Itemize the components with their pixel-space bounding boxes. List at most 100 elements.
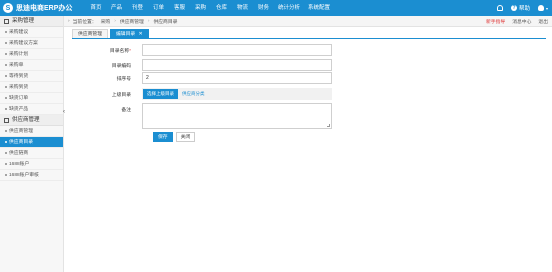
nav-statistics[interactable]: 统计分析 [274, 0, 304, 16]
nav-purchase[interactable]: 采购 [190, 0, 211, 16]
sidebar-group-supplier[interactable]: 供应商管理 [0, 115, 63, 126]
sidebar-item-label: 1688账户 [9, 161, 30, 167]
bullet-icon [5, 163, 7, 165]
sidebar-item[interactable]: 供应链商 [0, 148, 63, 159]
bullet-icon [5, 174, 7, 176]
save-button[interactable]: 保存 [153, 132, 173, 142]
sidebar-item-label: 采购到货 [9, 84, 29, 90]
bullet-icon [5, 64, 7, 66]
bullet-icon [5, 53, 7, 55]
form-row-name: 目录名称* [96, 44, 332, 56]
headset-icon [496, 5, 503, 11]
sidebar-item[interactable]: 采购单 [0, 60, 63, 71]
nav-orders[interactable]: 订单 [148, 0, 169, 16]
resize-grip-icon[interactable] [327, 124, 330, 127]
nav-products[interactable]: 产品 [106, 0, 127, 16]
tab-supplier-management[interactable]: 供应商管理 [72, 29, 108, 38]
form-row-parent: 上级目录 选择上级目录 供应商分类 [96, 88, 332, 100]
field-label: 目录编码 [111, 63, 131, 69]
bullet-icon [5, 152, 7, 154]
sidebar-item[interactable]: 供应商管理 [0, 126, 63, 137]
catalog-code-input[interactable] [142, 59, 332, 71]
breadcrumb: › 当前位置： 采购 › 供应商管理 › 供应商目录 新手指导 消息中心 退出 [64, 16, 552, 27]
sidebar-item[interactable]: 采购到货 [0, 82, 63, 93]
sidebar-item[interactable]: 缺货订单 [0, 93, 63, 104]
bullet-icon [5, 141, 7, 143]
field-label: 上级目录 [111, 92, 131, 98]
tab-underline [72, 38, 546, 39]
sidebar-item[interactable]: 等待到货 [0, 71, 63, 82]
logo-text: 思迪电商ERP办公 [16, 5, 73, 12]
user-menu[interactable]: ▾ [537, 5, 548, 11]
breadcrumb-label: 当前位置： [72, 19, 97, 25]
main-nav: 首页 产品 刊登 订单 客服 采购 仓库 物流 财务 统计分析 系统配置 [86, 0, 334, 16]
sidebar-collapse-icon[interactable]: ‹ [63, 106, 68, 118]
help-button[interactable]: ? 帮助 [510, 4, 530, 12]
parent-catalog-value[interactable]: 供应商分类 [182, 91, 205, 97]
bullet-icon [5, 42, 7, 44]
grid-icon [4, 18, 9, 24]
tab-label: 供应商管理 [78, 32, 102, 37]
sidebar-item-label: 采购计划 [9, 51, 29, 57]
app-logo[interactable]: S 思迪电商ERP办公 [3, 2, 72, 14]
sidebar-item[interactable]: 1688账户审核 [0, 170, 63, 181]
bullet-icon [5, 108, 7, 110]
close-icon[interactable]: ✕ [139, 32, 143, 37]
sidebar-item[interactable]: 1688账户 [0, 159, 63, 170]
sidebar-item[interactable]: 采购计划 [0, 49, 63, 60]
caret-down-icon: ▾ [545, 5, 548, 11]
nav-system[interactable]: 系统配置 [304, 0, 334, 16]
sidebar-item[interactable]: 缺货产品 [0, 104, 63, 115]
breadcrumb-right-links: 新手指导 消息中心 退出 [486, 16, 548, 27]
help-icon: ? [510, 5, 517, 11]
sidebar-item-label: 供应商目录 [9, 139, 33, 145]
breadcrumb-separator: › [114, 18, 116, 24]
tab-label: 编辑目录 [116, 32, 136, 37]
nav-logistics[interactable]: 物流 [232, 0, 253, 16]
top-navbar: S 思迪电商ERP办公 首页 产品 刊登 订单 客服 采购 仓库 物流 财务 统… [0, 0, 552, 16]
remark-textarea[interactable] [142, 103, 332, 129]
nav-home[interactable]: 首页 [86, 0, 106, 16]
sidebar: 采购管理 采购建议 采购建议方案 采购计划 采购单 等待到货 采购到货 缺货订单… [0, 16, 64, 272]
sort-order-input[interactable]: 2 [142, 72, 332, 84]
topbar-right: ? 帮助 ▾ [496, 0, 548, 16]
tab-edit-catalog[interactable]: 编辑目录 ✕ [110, 29, 149, 38]
required-mark: * [129, 48, 131, 54]
sidebar-item-label: 缺货产品 [9, 106, 29, 112]
bullet-icon [5, 31, 7, 33]
form-actions: 保存 关闭 [153, 132, 196, 142]
catalog-name-input[interactable] [142, 44, 332, 56]
sidebar-item[interactable]: 采购建议方案 [0, 38, 63, 49]
nav-service[interactable]: 客服 [169, 0, 190, 16]
breadcrumb-item[interactable]: 供应商管理 [120, 18, 144, 25]
form-row-remark: 备注 [96, 103, 332, 129]
close-button[interactable]: 关闭 [175, 132, 196, 142]
logout-link[interactable]: 退出 [538, 18, 548, 25]
sidebar-item[interactable]: 采购建议 [0, 27, 63, 38]
select-parent-button[interactable]: 选择上级目录 [143, 89, 178, 99]
breadcrumb-item[interactable]: 采购 [101, 18, 111, 25]
sidebar-item-label: 采购单 [9, 62, 24, 68]
sidebar-group-label: 采购管理 [12, 17, 35, 24]
nav-finance[interactable]: 财务 [253, 0, 274, 16]
logo-icon: S [3, 3, 13, 13]
help-label: 帮助 [518, 6, 530, 12]
nav-warehouse[interactable]: 仓库 [211, 0, 232, 16]
sidebar-item-label: 供应链商 [9, 150, 29, 156]
guide-link[interactable]: 新手指导 [486, 18, 505, 25]
breadcrumb-item: 供应商目录 [153, 19, 178, 25]
sidebar-group-purchase[interactable]: 采购管理 [0, 16, 63, 27]
nav-listing[interactable]: 刊登 [127, 0, 148, 16]
field-label: 排序号 [116, 76, 131, 82]
name-label-text: 目录名称 [109, 48, 130, 54]
headset-button[interactable] [496, 5, 503, 11]
form-row-code: 目录编码 [96, 59, 332, 71]
field-label: 备注 [121, 108, 131, 113]
sidebar-item-label: 供应商管理 [9, 128, 33, 134]
sidebar-group-label: 供应商管理 [12, 116, 40, 123]
sidebar-item-label: 缺货订单 [9, 95, 29, 101]
message-center-link[interactable]: 消息中心 [512, 18, 531, 25]
sidebar-item-active[interactable]: 供应商目录 [0, 137, 63, 148]
sidebar-item-label: 采购建议 [9, 29, 29, 35]
bullet-icon [5, 75, 7, 77]
